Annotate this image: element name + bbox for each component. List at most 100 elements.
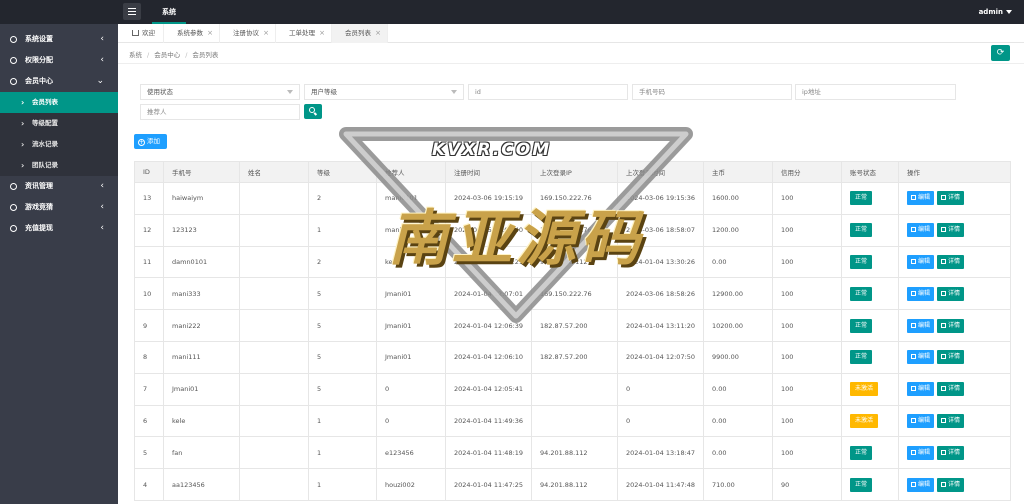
sidebar-sub-flow-records[interactable]: › 流水记录	[0, 134, 118, 155]
tab-welcome[interactable]: 欢迎	[118, 24, 164, 43]
cell-register-time: 2024-01-04 11:48:19	[445, 436, 532, 470]
detail-label: 详情	[948, 289, 961, 297]
close-icon[interactable]: ×	[375, 24, 381, 43]
cell-credit: 100	[772, 182, 842, 215]
sidebar-item-news[interactable]: 资讯管理 ‹	[0, 176, 118, 197]
tab-member-list[interactable]: 会员列表 ×	[332, 24, 388, 43]
breadcrumb-item[interactable]: 会员中心	[154, 51, 180, 59]
sidebar-item-label: 会员中心	[25, 77, 53, 85]
edit-button[interactable]: 编辑	[907, 286, 935, 301]
cell-last-login: 2024-01-04 11:47:48	[617, 468, 704, 501]
close-icon[interactable]: ×	[263, 24, 269, 43]
col-header: 手机号	[163, 161, 240, 183]
sidebar-item-member-center[interactable]: 会员中心 ⌄	[0, 71, 118, 92]
edit-button[interactable]: 编辑	[907, 413, 935, 428]
add-button[interactable]: + 添加	[134, 134, 167, 149]
status-badge[interactable]: 未激活	[850, 413, 879, 428]
status-badge[interactable]: 正常	[850, 477, 873, 492]
sidebar-sub-label: 等级配置	[32, 119, 58, 127]
sidebar-sub-team-records[interactable]: › 团队记录	[0, 155, 118, 176]
detail-button[interactable]: 详情	[937, 350, 965, 365]
status-badge[interactable]: 正常	[850, 318, 873, 333]
edit-button[interactable]: 编辑	[907, 382, 935, 397]
status-badge[interactable]: 正常	[850, 223, 873, 238]
chevron-right-icon: ›	[21, 140, 25, 149]
detail-button[interactable]: 详情	[937, 191, 965, 206]
menu-toggle-icon[interactable]	[123, 3, 141, 20]
cell-last-login: 2024-01-04 12:07:50	[617, 340, 704, 374]
search-button[interactable]	[304, 104, 322, 119]
edit-button[interactable]: 编辑	[907, 254, 935, 269]
edit-button[interactable]: 编辑	[907, 191, 935, 206]
cell-phone: haiwaiym	[163, 182, 240, 215]
sidebar-item-permissions[interactable]: 权限分配 ‹	[0, 50, 118, 71]
cell-register-time: 2024-01-04 13:11:21	[445, 245, 532, 279]
detail-button[interactable]: 详情	[937, 382, 965, 397]
edit-button[interactable]: 编辑	[907, 223, 935, 238]
cell-level: 1	[308, 213, 377, 247]
col-header: 账号状态	[841, 161, 899, 183]
detail-button[interactable]: 详情	[937, 223, 965, 238]
chevron-left-icon: ‹	[100, 223, 104, 233]
cell-register-time: 2024-01-04 12:07:01	[445, 277, 532, 311]
level-select[interactable]: 用户等级	[304, 84, 464, 100]
ip-input[interactable]: ip地址	[795, 84, 956, 100]
sidebar-sub-member-list[interactable]: › 会员列表	[0, 92, 118, 113]
status-badge[interactable]: 正常	[850, 286, 873, 301]
tab-register-agreement[interactable]: 注册协议 ×	[220, 24, 276, 43]
status-badge[interactable]: 正常	[850, 191, 873, 206]
sidebar-item-recharge[interactable]: 充值提现 ‹	[0, 218, 118, 239]
cell-id: 12	[134, 213, 164, 247]
cell-phone: 123123	[163, 213, 240, 247]
cell-coin: 0.00	[703, 404, 773, 438]
cell-actions: 编辑 详情	[898, 340, 1011, 374]
refresh-icon: ⟳	[996, 48, 1005, 58]
phone-input[interactable]: 手机号码	[632, 84, 792, 100]
status-badge[interactable]: 正常	[850, 445, 873, 460]
close-icon[interactable]: ×	[319, 24, 325, 43]
status-badge[interactable]: 正常	[850, 254, 873, 269]
sidebar-item-games[interactable]: 游戏竞猜 ‹	[0, 197, 118, 218]
detail-button[interactable]: 详情	[937, 286, 965, 301]
sidebar-item-system-settings[interactable]: 系统设置 ‹	[0, 29, 118, 50]
cell-level: 5	[308, 277, 377, 311]
detail-icon	[941, 227, 947, 233]
sidebar-sub-level-config[interactable]: › 等级配置	[0, 113, 118, 134]
detail-button[interactable]: 详情	[937, 413, 965, 428]
user-menu[interactable]: admin	[979, 0, 1012, 24]
edit-button[interactable]: 编辑	[907, 318, 935, 333]
breadcrumb-item[interactable]: 系统	[129, 51, 142, 59]
cell-credit: 100	[772, 277, 842, 311]
cell-actions: 编辑 详情	[898, 404, 1011, 438]
edit-button[interactable]: 编辑	[907, 445, 935, 460]
header-nav-system[interactable]: 系统	[152, 0, 186, 24]
tab-label: 系统参数	[177, 29, 203, 37]
cell-level: 2	[308, 182, 377, 215]
key-icon	[10, 57, 17, 64]
cell-coin: 12900.00	[703, 277, 773, 311]
cell-coin: 0.00	[703, 372, 773, 406]
tab-system-params[interactable]: 系统参数 ×	[164, 24, 220, 43]
detail-button[interactable]: 详情	[937, 445, 965, 460]
detail-button[interactable]: 详情	[937, 477, 965, 492]
id-input[interactable]: id	[468, 84, 628, 100]
detail-label: 详情	[948, 480, 961, 488]
cell-last-ip	[531, 372, 618, 406]
tab-bar: 欢迎 系统参数 × 注册协议 × 工单处理 × 会员列表 ×	[118, 24, 1024, 43]
edit-button[interactable]: 编辑	[907, 350, 935, 365]
cell-actions: 编辑 详情	[898, 309, 1011, 342]
tab-ticket-handling[interactable]: 工单处理 ×	[276, 24, 332, 43]
refresh-button[interactable]: ⟳	[991, 45, 1010, 61]
edit-button[interactable]: 编辑	[907, 477, 935, 492]
detail-button[interactable]: 详情	[937, 318, 965, 333]
status-badge[interactable]: 正常	[850, 350, 873, 365]
table-row: 8 mani111 5 Jmani01 2024-01-04 12:06:10 182.8…	[134, 340, 1011, 374]
close-icon[interactable]: ×	[207, 24, 213, 43]
cell-last-ip: 169.150.222.76	[531, 277, 618, 311]
detail-button[interactable]: 详情	[937, 254, 965, 269]
status-badge[interactable]: 未激活	[850, 382, 879, 397]
level-select-value: 用户等级	[311, 88, 337, 96]
cell-level: 5	[308, 340, 377, 374]
referrer-input[interactable]: 推荐人	[140, 104, 300, 120]
status-select[interactable]: 使用状态	[140, 84, 300, 100]
